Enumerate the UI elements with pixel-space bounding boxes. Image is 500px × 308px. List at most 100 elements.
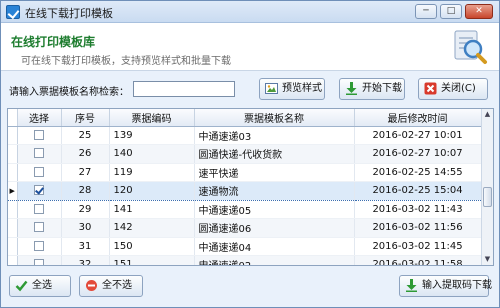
cell-seq: 25 (61, 126, 110, 145)
row-indicator (8, 200, 18, 219)
column-header-time[interactable]: 最后修改时间 (354, 109, 482, 127)
row-indicator-header (8, 109, 18, 127)
import-code-download-button[interactable]: 输入提取码下载 (399, 275, 492, 297)
close-button-label: 关闭(C) (441, 83, 476, 94)
table-row[interactable]: ▶ 28 120 速通物流 2016-02-25 15:04 (8, 181, 482, 201)
table-row[interactable]: 25 139 中通速递03 2016-02-27 10:01 (8, 126, 482, 145)
row-checkbox[interactable] (34, 129, 44, 140)
scroll-up-icon[interactable]: ▲ (482, 109, 493, 120)
row-indicator (8, 126, 18, 145)
table-row[interactable]: 29 141 中通速递05 2016-03-02 11:43 (8, 200, 482, 219)
cell-name: 中通速递04 (194, 237, 355, 256)
cell-seq: 28 (61, 181, 110, 201)
cell-code: 150 (109, 237, 195, 256)
row-checkbox-cell (17, 200, 62, 219)
table-row[interactable]: 31 150 中通速递04 2016-03-02 11:45 (8, 237, 482, 256)
close-button[interactable]: 关闭(C) (418, 78, 488, 100)
cell-seq: 32 (61, 255, 110, 265)
row-indicator (8, 218, 18, 238)
cell-code: 140 (109, 144, 195, 164)
cell-time: 2016-02-27 10:07 (354, 144, 482, 164)
cell-seq: 27 (61, 163, 110, 182)
scroll-down-icon[interactable]: ▼ (482, 254, 493, 265)
cell-seq: 26 (61, 144, 110, 164)
table-row[interactable]: 27 119 速平快递 2016-02-25 14:55 (8, 163, 482, 182)
row-checkbox-cell (17, 181, 62, 201)
row-indicator (8, 163, 18, 182)
row-indicator (8, 237, 18, 256)
row-checkbox-cell (17, 126, 62, 145)
close-x-icon (424, 82, 437, 95)
cell-name: 圆通速递06 (194, 218, 355, 238)
minimize-button[interactable]: ─ (415, 4, 437, 19)
scroll-thumb[interactable] (483, 187, 492, 207)
row-checkbox-cell (17, 144, 62, 164)
header-banner: 在线打印模板库 可在线下载打印模板，支持预览样式和批量下载 (1, 23, 499, 71)
header-subtitle: 可在线下载打印模板，支持预览样式和批量下载 (21, 56, 231, 67)
green-check-icon (15, 280, 28, 292)
cell-name: 速平快递 (194, 163, 355, 182)
row-checkbox[interactable] (34, 259, 44, 265)
row-checkbox-cell (17, 237, 62, 256)
preview-button[interactable]: 预览样式 (259, 78, 325, 100)
cell-code: 119 (109, 163, 195, 182)
start-download-button[interactable]: 开始下载 (339, 78, 405, 100)
row-checkbox-cell (17, 218, 62, 238)
cell-code: 142 (109, 218, 195, 238)
cell-seq: 30 (61, 218, 110, 238)
cell-time: 2016-02-25 15:04 (354, 181, 482, 201)
search-input[interactable] (133, 81, 235, 97)
select-all-label: 全选 (32, 280, 52, 291)
cell-name: 申通速递02 (194, 255, 355, 265)
row-checkbox[interactable] (34, 203, 44, 214)
cell-seq: 29 (61, 200, 110, 219)
row-checkbox[interactable] (34, 222, 44, 233)
select-all-button[interactable]: 全选 (9, 275, 71, 297)
cell-time: 2016-02-27 10:01 (354, 126, 482, 145)
cell-time: 2016-03-02 11:43 (354, 200, 482, 219)
import-code-download-label: 输入提取码下载 (422, 280, 492, 291)
select-none-label: 全不选 (102, 280, 132, 291)
bottom-bar: 全选 全不选 输入提取码下载 (1, 269, 499, 307)
cell-code: 139 (109, 126, 195, 145)
close-window-button[interactable]: ✕ (465, 4, 493, 19)
row-checkbox[interactable] (34, 148, 44, 159)
cell-seq: 31 (61, 237, 110, 256)
cell-time: 2016-03-02 11:56 (354, 218, 482, 238)
download-arrow-icon (346, 82, 357, 95)
template-table: 选择 序号 票据编码 票据模板名称 最后修改时间 25 139 中通速递03 2016… (7, 108, 494, 266)
header-title: 在线打印模板库 (11, 35, 96, 49)
cell-name: 圆通快递-代收货款 (194, 144, 355, 164)
cell-code: 141 (109, 200, 195, 219)
cell-name: 速通物流 (194, 181, 355, 201)
title-bar[interactable]: 在线下载打印模板 ─ □ ✕ (1, 1, 499, 23)
cell-code: 120 (109, 181, 195, 201)
preview-image-icon (265, 83, 278, 94)
main-window: 在线下载打印模板 ─ □ ✕ 在线打印模板库 可在线下载打印模板，支持预览样式和… (0, 0, 500, 308)
preview-button-label: 预览样式 (282, 83, 322, 94)
cell-code: 151 (109, 255, 195, 265)
row-checkbox[interactable] (34, 185, 44, 196)
maximize-button[interactable]: □ (440, 4, 462, 19)
window-title: 在线下载打印模板 (25, 7, 113, 20)
cell-time: 2016-03-02 11:58 (354, 255, 482, 265)
search-label: 请输入票据模板名称检索： (9, 87, 129, 98)
column-header-code[interactable]: 票据编码 (109, 109, 195, 127)
table-row[interactable]: 32151申通速递022016-03-02 11:58 (8, 255, 482, 265)
select-none-button[interactable]: 全不选 (79, 275, 143, 297)
row-checkbox[interactable] (34, 240, 44, 251)
row-checkbox-cell (17, 255, 62, 265)
app-check-icon (6, 5, 20, 19)
vertical-scrollbar[interactable]: ▲ ▼ (481, 109, 493, 265)
table-row[interactable]: 30 142 圆通速递06 2016-03-02 11:56 (8, 218, 482, 238)
table-header-row: 选择 序号 票据编码 票据模板名称 最后修改时间 (8, 109, 482, 127)
column-header-seq[interactable]: 序号 (61, 109, 110, 127)
search-toolbar: 请输入票据模板名称检索： 预览样式 开始下载 关闭(C) (1, 72, 499, 106)
row-checkbox[interactable] (34, 166, 44, 177)
row-indicator (8, 144, 18, 164)
table-row[interactable]: 26 140 圆通快递-代收货款 2016-02-27 10:07 (8, 144, 482, 164)
column-header-select[interactable]: 选择 (17, 109, 62, 127)
column-header-name[interactable]: 票据模板名称 (194, 109, 355, 127)
cell-name: 中通速递03 (194, 126, 355, 145)
row-indicator (8, 255, 18, 265)
